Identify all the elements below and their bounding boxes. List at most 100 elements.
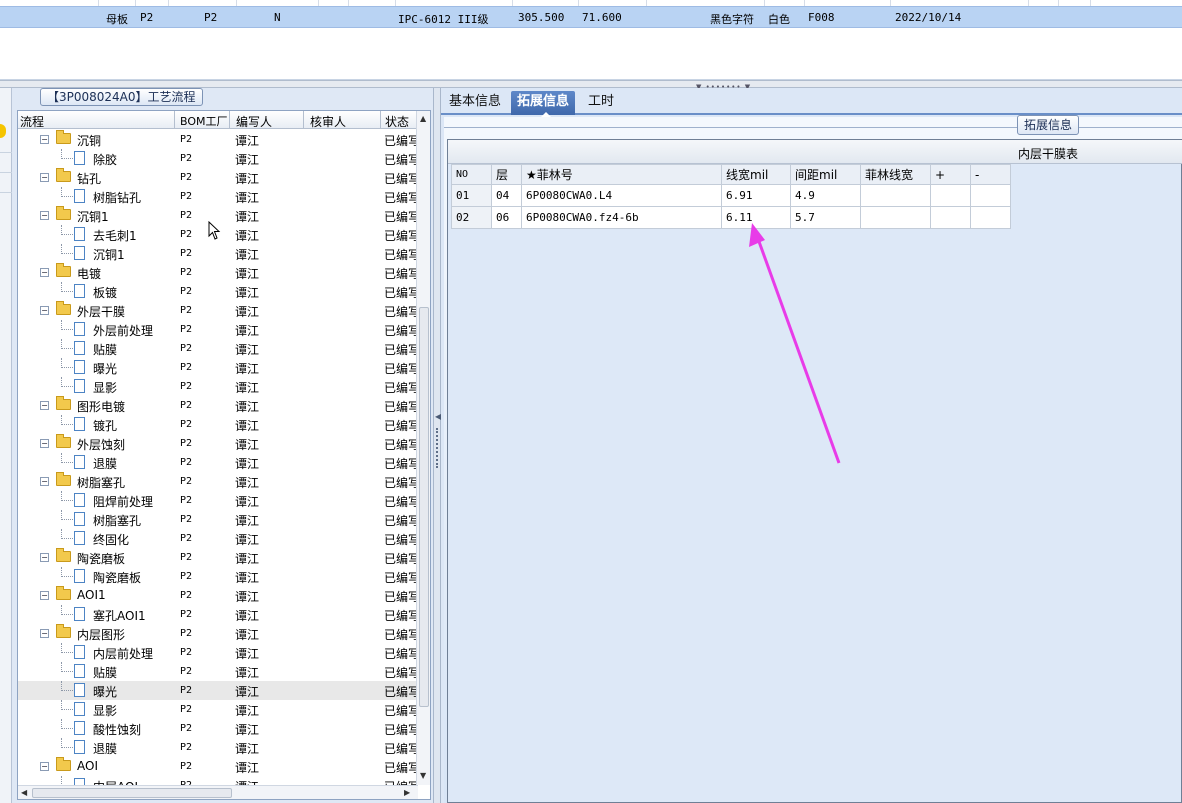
expand-toggle-icon[interactable]: −	[40, 553, 49, 562]
expand-toggle-icon[interactable]: −	[40, 211, 49, 220]
col-header-writer[interactable]: 编写人	[236, 113, 272, 130]
hscroll-thumb[interactable]	[32, 788, 232, 798]
row-spacing[interactable]: 5.7	[790, 206, 861, 229]
tree-row[interactable]: 显影 P2 谭江 已编写	[18, 377, 420, 396]
tree-row[interactable]: − 内层图形 P2 谭江 已编写	[18, 624, 420, 643]
tree-row[interactable]: 贴膜 P2 谭江 已编写	[18, 662, 420, 681]
top-data-grid[interactable]: 母板 P2 P2 N IPC-6012 III级 305.500 71.600 …	[0, 0, 1182, 80]
table-row[interactable]: 02 06 6P0080CWA0.fz4-6b 6.11 5.7	[451, 206, 1011, 229]
expand-toggle-icon[interactable]: −	[40, 762, 49, 771]
tree-row[interactable]: 终固化 P2 谭江 已编写	[18, 529, 420, 548]
scroll-right-arrow-icon[interactable]: ▶	[404, 788, 410, 797]
expand-toggle-icon[interactable]: −	[40, 477, 49, 486]
tab-basic-info[interactable]: 基本信息	[443, 91, 507, 115]
tree-row[interactable]: − AOI P2 谭江 已编写	[18, 757, 420, 776]
tree-row[interactable]: 树脂塞孔 P2 谭江 已编写	[18, 510, 420, 529]
table-row[interactable]: 01 04 6P0080CWA0.L4 6.91 4.9	[451, 184, 1011, 207]
tree-row[interactable]: 曝光 P2 谭江 已编写	[18, 681, 420, 700]
tree-row[interactable]: 曝光 P2 谭江 已编写	[18, 358, 420, 377]
tree-row[interactable]: 陶瓷磨板 P2 谭江 已编写	[18, 567, 420, 586]
tree-row[interactable]: − 图形电镀 P2 谭江 已编写	[18, 396, 420, 415]
tree-row[interactable]: 板镀 P2 谭江 已编写	[18, 282, 420, 301]
tree-row-factory: P2	[180, 248, 193, 259]
tree-row[interactable]: − 外层蚀刻 P2 谭江 已编写	[18, 434, 420, 453]
tree-row[interactable]: − 沉铜 P2 谭江 已编写	[18, 130, 420, 149]
collapsed-side-panel[interactable]	[0, 88, 12, 803]
col-header-reviewer[interactable]: 核审人	[310, 113, 346, 130]
tree-row[interactable]: 沉铜1 P2 谭江 已编写	[18, 244, 420, 263]
selected-grid-row[interactable]: 母板 P2 P2 N IPC-6012 III级 305.500 71.600 …	[0, 6, 1182, 28]
scroll-thumb[interactable]	[419, 307, 429, 707]
expand-toggle-icon[interactable]: −	[40, 591, 49, 600]
row-film-width[interactable]	[860, 206, 931, 229]
tree-row-factory: P2	[180, 514, 193, 525]
inner-dry-film-table[interactable]: NO 层 ★菲林号 线宽mil 间距mil 菲林线宽 + - 01 04 6P0…	[451, 164, 1011, 229]
process-tree-grid[interactable]: 流程 BOM工厂 编写人 核审人 状态 − 沉铜 P2 谭江 已编写 除胶 P2 谭江 已编写 −…	[17, 110, 431, 800]
row-film-width[interactable]	[860, 184, 931, 207]
expand-toggle-icon[interactable]: −	[40, 439, 49, 448]
tree-row[interactable]: 镀孔 P2 谭江 已编写	[18, 415, 420, 434]
tree-row[interactable]: 退膜 P2 谭江 已编写	[18, 738, 420, 757]
tree-row[interactable]: 酸性蚀刻 P2 谭江 已编写	[18, 719, 420, 738]
tree-row[interactable]: 退膜 P2 谭江 已编写	[18, 453, 420, 472]
tab-work-hours[interactable]: 工时	[582, 91, 620, 115]
splitter-grip-icon[interactable]	[436, 428, 438, 468]
expand-toggle-icon[interactable]: −	[40, 268, 49, 277]
row-minus-cell[interactable]	[970, 206, 1011, 229]
expand-toggle-icon[interactable]: −	[40, 173, 49, 182]
tree-row[interactable]: 显影 P2 谭江 已编写	[18, 700, 420, 719]
tree-row-factory: P2	[180, 362, 193, 373]
tree-row[interactable]: − AOI1 P2 谭江 已编写	[18, 586, 420, 605]
row-spacing[interactable]: 4.9	[790, 184, 861, 207]
horizontal-splitter[interactable]: ▼ ••••••• ▼	[0, 80, 1182, 91]
tree-row[interactable]: − 树脂塞孔 P2 谭江 已编写	[18, 472, 420, 491]
scroll-down-arrow-icon[interactable]: ▼	[420, 771, 426, 780]
tree-vertical-scrollbar[interactable]: ▲ ▼	[416, 111, 430, 785]
expand-toggle-icon[interactable]: −	[40, 401, 49, 410]
col-film-no[interactable]: ★菲林号	[521, 164, 722, 185]
row-plus-cell[interactable]	[930, 206, 971, 229]
tree-row[interactable]: 阻焊前处理 P2 谭江 已编写	[18, 491, 420, 510]
folder-icon	[56, 624, 71, 638]
tree-row[interactable]: − 钻孔 P2 谭江 已编写	[18, 168, 420, 187]
row-line-width[interactable]: 6.11	[721, 206, 791, 229]
expand-toggle-icon[interactable]: −	[40, 629, 49, 638]
col-no[interactable]: NO	[451, 164, 492, 185]
tree-row-writer: 谭江	[235, 533, 260, 547]
tree-row[interactable]: 外层前处理 P2 谭江 已编写	[18, 320, 420, 339]
row-film[interactable]: 6P0080CWA0.fz4-6b	[521, 206, 722, 229]
expand-toggle-icon[interactable]: −	[40, 135, 49, 144]
col-spacing[interactable]: 间距mil	[790, 164, 861, 185]
tree-row[interactable]: − 外层干膜 P2 谭江 已编写	[18, 301, 420, 320]
tree-row[interactable]: 内层前处理 P2 谭江 已编写	[18, 643, 420, 662]
row-minus-cell[interactable]	[970, 184, 1011, 207]
row-film[interactable]: 6P0080CWA0.L4	[521, 184, 722, 207]
row-line-width[interactable]: 6.91	[721, 184, 791, 207]
row-layer[interactable]: 04	[491, 184, 522, 207]
scroll-up-arrow-icon[interactable]: ▲	[420, 114, 426, 123]
expand-toggle-icon[interactable]: −	[40, 306, 49, 315]
tree-row-name: 图形电镀	[77, 400, 126, 414]
tree-row[interactable]: 贴膜 P2 谭江 已编写	[18, 339, 420, 358]
row-layer[interactable]: 06	[491, 206, 522, 229]
tree-row-status: 已编写	[384, 229, 421, 243]
tree-row[interactable]: − 陶瓷磨板 P2 谭江 已编写	[18, 548, 420, 567]
vertical-splitter[interactable]: ◀	[433, 88, 441, 803]
col-header-status[interactable]: 状态	[385, 113, 409, 130]
remove-row-button[interactable]: -	[970, 164, 1011, 185]
tree-row[interactable]: 树脂钻孔 P2 谭江 已编写	[18, 187, 420, 206]
col-line-width[interactable]: 线宽mil	[721, 164, 791, 185]
tree-row[interactable]: − 电镀 P2 谭江 已编写	[18, 263, 420, 282]
add-row-button[interactable]: +	[930, 164, 971, 185]
tab-extended-info[interactable]: 拓展信息	[511, 91, 576, 117]
row-plus-cell[interactable]	[930, 184, 971, 207]
col-header-flow[interactable]: 流程	[20, 113, 44, 130]
col-film-line-width[interactable]: 菲林线宽	[860, 164, 931, 185]
tree-row[interactable]: 除胶 P2 谭江 已编写	[18, 149, 420, 168]
col-layer[interactable]: 层	[491, 164, 522, 185]
tree-horizontal-scrollbar[interactable]: ◀ ▶	[18, 785, 418, 799]
tree-row-writer: 谭江	[235, 210, 260, 224]
tree-row[interactable]: 塞孔AOI1 P2 谭江 已编写	[18, 605, 420, 624]
col-header-factory[interactable]: BOM工厂	[180, 113, 228, 129]
scroll-left-arrow-icon[interactable]: ◀	[21, 788, 27, 797]
